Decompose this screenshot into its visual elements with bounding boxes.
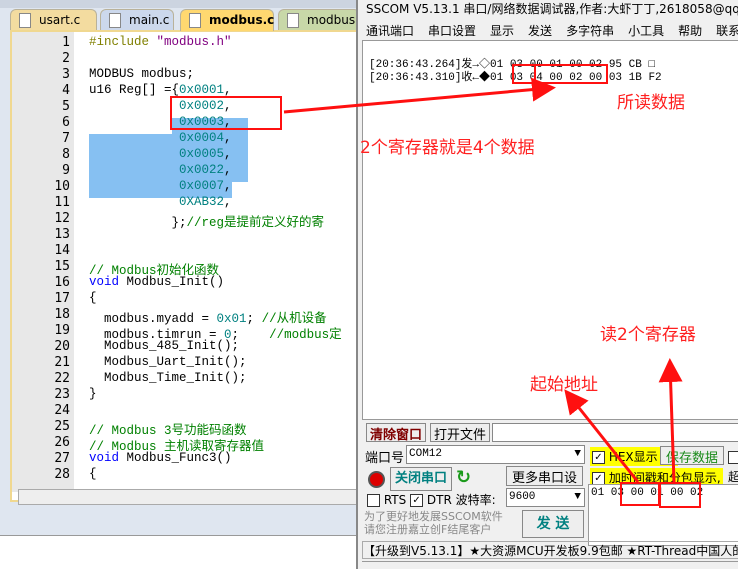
annotation-arrows <box>283 77 683 483</box>
annotation-two-registers: 2个寄存器就是4个数据 <box>360 138 535 158</box>
annotation-read-two-registers: 读2个寄存器 <box>600 325 696 345</box>
file-icon <box>189 13 201 28</box>
annotation-start-address: 起始地址 <box>530 375 598 395</box>
annotation-read-data: 所读数据 <box>617 93 685 113</box>
tab-label: modbus.c <box>209 13 275 27</box>
tab-modbus-c[interactable]: modbus.c <box>180 9 274 31</box>
